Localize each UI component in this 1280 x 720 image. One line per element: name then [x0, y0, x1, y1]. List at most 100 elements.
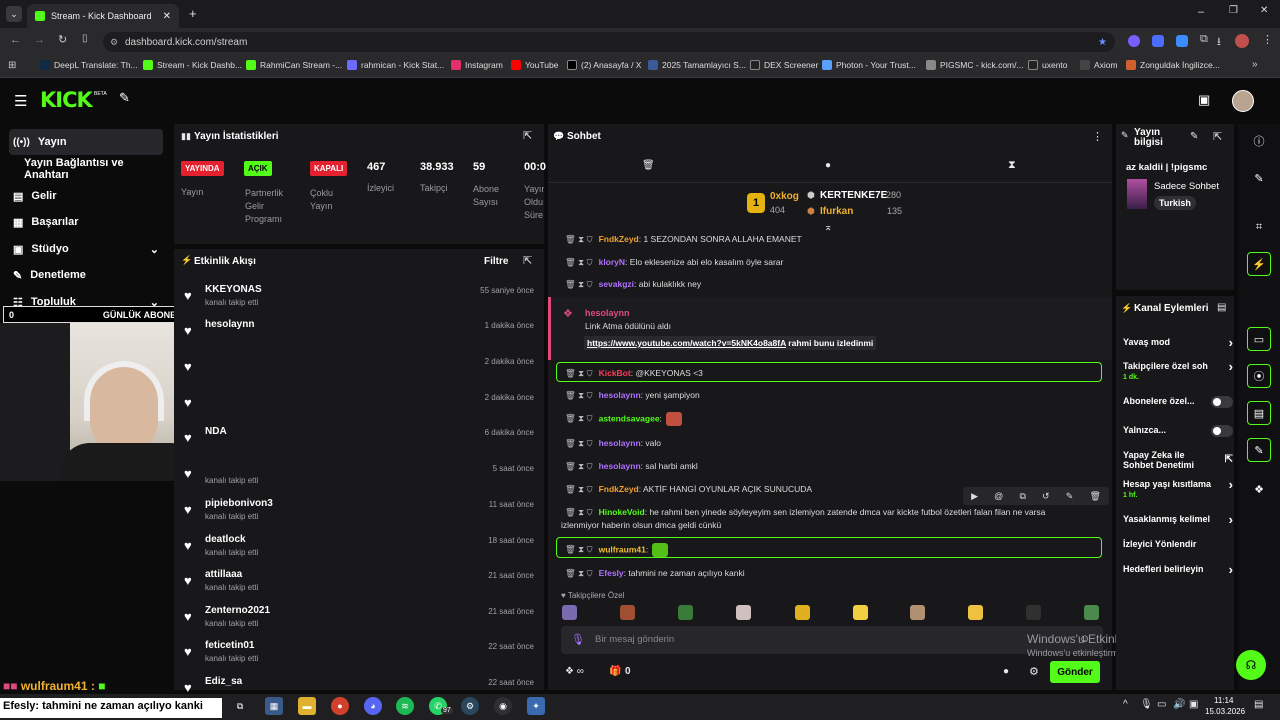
nav-item-basarilar[interactable]: ▦ Başarılar	[9, 209, 163, 235]
moderation-icons[interactable]: 🗑 ⧗ ⛉	[565, 257, 593, 267]
forward-icon[interactable]: →	[34, 34, 45, 46]
bookmark-item[interactable]: Instagram	[451, 60, 503, 70]
emote-button[interactable]	[678, 605, 693, 620]
close-window-icon[interactable]: ✕	[1260, 5, 1268, 16]
apps-grid-icon[interactable]: ⊞	[8, 60, 16, 71]
profile-avatar[interactable]	[1235, 34, 1249, 48]
copy-icon[interactable]: ⧉	[1019, 491, 1025, 502]
bookmark-item[interactable]: (2) Anasayfa / X	[567, 60, 641, 70]
reload-icon[interactable]: ↻	[58, 33, 67, 46]
undo-icon[interactable]: ↺	[1042, 491, 1050, 502]
extension-icon-1[interactable]	[1128, 35, 1140, 47]
action-emote-only[interactable]: Yalnızca...	[1123, 425, 1233, 437]
chat-username[interactable]: Efesly	[599, 568, 624, 578]
explorer-icon[interactable]: ▬	[298, 697, 316, 715]
popout-icon[interactable]: ⇱	[523, 129, 532, 142]
emote-button[interactable]	[968, 605, 983, 620]
tray-app-icon[interactable]: ▣	[1189, 699, 1198, 710]
activity-row[interactable]: ♥ pipiebonivon3 kanalı takip etti 11 saat ö…	[184, 498, 536, 532]
activity-username[interactable]: Ediz_sa	[205, 676, 242, 687]
edit-icon[interactable]: ✎	[1247, 166, 1271, 190]
volume-icon[interactable]: 🔊	[1173, 699, 1185, 710]
users-icon[interactable]: ❖	[1247, 477, 1271, 501]
nav-item-yayin-baglantisi[interactable]: Yayın Bağlantısı ve Anahtarı	[9, 156, 163, 182]
chat-message[interactable]: 🗑 ⧗ ⛉ Efesly: tahmini ne zaman açılıyo ka…	[565, 568, 1105, 579]
hamburger-menu-icon[interactable]: ☰	[14, 92, 27, 110]
emote-button[interactable]	[910, 605, 925, 620]
chat-input[interactable]: 🎙 Bir mesaj gönderin ☺	[561, 626, 1103, 654]
action-slow-mode[interactable]: Yavaş mod ›	[1123, 335, 1233, 350]
leaderboard-collapse-icon[interactable]: ⌅	[824, 222, 832, 233]
nav-item-studyo[interactable]: ▣ Stüdyo ⌄	[9, 236, 163, 262]
activity-row[interactable]: ♥ 2 dakika önce	[184, 391, 536, 425]
moderation-icons[interactable]: 🗑 ⧗ ⛉	[565, 507, 593, 517]
moderation-icons[interactable]: 🗑 ⧗ ⛉	[565, 279, 593, 289]
chat-icon[interactable]: ▭	[1247, 327, 1271, 351]
tray-chevron-icon[interactable]: ^	[1123, 699, 1128, 710]
minimize-icon[interactable]: –	[1198, 6, 1204, 18]
bookmark-item[interactable]: Zonguldak İngilizce...	[1126, 60, 1220, 70]
action-account-age[interactable]: Hesap yaşı kısıtlama 1 hf. ›	[1123, 478, 1233, 501]
chat-message[interactable]: 🗑 ⧗ ⛉ hesolaynn: sal harbi amkl	[565, 461, 1105, 472]
action-raid[interactable]: İzleyici Yönlendir	[1123, 539, 1233, 549]
chrome-icon[interactable]: ●	[331, 697, 349, 715]
close-tab-icon[interactable]: ✕	[163, 11, 171, 22]
bookmark-item[interactable]: DEX Screener	[750, 60, 818, 70]
broadcast-icon[interactable]: ⦿	[1247, 364, 1271, 388]
chat-username[interactable]: hesolaynn	[599, 438, 641, 448]
moderation-icons[interactable]: 🗑 ⧗ ⛉	[565, 234, 593, 244]
support-icon[interactable]: ☊	[1236, 650, 1266, 680]
activity-row[interactable]: ♥ NDA 6 dakika önce	[184, 426, 536, 460]
chat-message[interactable]: 🗑 ⧗ ⛉ HinokeVoid: he rahmi ben yinede söy…	[565, 507, 1105, 518]
reward-link[interactable]: https://www.youtube.com/watch?v=5kNK4o8a…	[587, 338, 786, 348]
discord-icon[interactable]: ◕	[364, 697, 382, 715]
bookmark-item[interactable]: DeepL Translate: Th...	[40, 60, 138, 70]
taskview-icon[interactable]: ⧉	[231, 697, 249, 715]
maximize-icon[interactable]: ❐	[1229, 5, 1238, 16]
play-icon[interactable]: ▶	[971, 491, 978, 502]
tab-search-icon[interactable]: ⌄	[6, 6, 22, 22]
chat-message[interactable]: 🗑 ⧗ ⛉ astendsavagee:	[565, 412, 1105, 426]
url-field[interactable]: ⚙ dashboard.kick.com/stream ★	[103, 32, 1115, 52]
activity-row[interactable]: ♥ feticetin01 kanalı takip etti 22 saat önc…	[184, 640, 536, 674]
mention-icon[interactable]: @	[994, 491, 1003, 501]
send-button[interactable]: Gönder	[1050, 661, 1100, 683]
chat-username[interactable]: astendsavagee	[599, 413, 660, 423]
notification-icon[interactable]: ▤	[1254, 699, 1263, 710]
pin-icon[interactable]: ✎	[119, 90, 130, 106]
activity-username[interactable]: KKEYONAS	[205, 284, 262, 295]
bookmark-item[interactable]: uxento	[1028, 60, 1068, 70]
action-banned-words[interactable]: Yasaklanmış kelimel ›	[1123, 512, 1233, 527]
chat-menu-icon[interactable]: ⋮	[1092, 130, 1103, 143]
chat-message[interactable]: 🗑 ⧗ ⛉ hesolaynn: valo	[565, 438, 1105, 449]
chat-message[interactable]: 🗑 ⧗ ⛉ hesolaynn: yeni şampiyon	[565, 390, 1105, 401]
activity-username[interactable]: NDA	[205, 426, 227, 437]
activity-row[interactable]: ♥ KKEYONAS kanalı takip etti 55 saniye önce	[184, 284, 536, 318]
emote-button[interactable]	[736, 605, 751, 620]
activity-username[interactable]: feticetin01	[205, 640, 254, 651]
new-tab-icon[interactable]: +	[189, 6, 197, 21]
bookmark-item[interactable]: PIGSMC - kick.com/...	[926, 60, 1024, 70]
downloads-icon[interactable]: ⭳	[1217, 33, 1221, 52]
action-subs-only[interactable]: Abonelere özel...	[1123, 396, 1233, 408]
chat-username[interactable]: HinokeVoid	[599, 507, 645, 517]
chat-message[interactable]: 🗑 ⧗ ⛉ FndkZeyd: 1 SEZONDAN SONRA ALLAHA E…	[565, 234, 1105, 245]
bookmark-item[interactable]: Stream - Kick Dashb...	[143, 60, 242, 70]
activity-row[interactable]: ♥ Zenterno2021 kanalı takip etti 21 saat ön…	[184, 605, 536, 639]
trash-icon[interactable]: 🗑	[642, 160, 655, 171]
obs-icon[interactable]: ◉	[494, 697, 512, 715]
whatsapp-icon[interactable]: ✆ 97	[429, 697, 453, 715]
gift-icon[interactable]: 🎁	[609, 666, 621, 677]
activity-username[interactable]: attillaaa	[205, 569, 242, 580]
emote-button[interactable]	[620, 605, 635, 620]
mic-tray-icon[interactable]: 🎙	[1140, 699, 1153, 710]
chat-username[interactable]: kloryN	[599, 257, 625, 267]
activity-row[interactable]: ♥ attillaaa kanalı takip etti 21 saat önce	[184, 569, 536, 603]
emote-button[interactable]	[853, 605, 868, 620]
doc-icon[interactable]: ▤	[1217, 302, 1226, 313]
popout-icon[interactable]: ⇱	[1213, 130, 1222, 143]
chat-message[interactable]: 🗑 ⧗ ⛉ kloryN: Elo eklesenize abi elo kasa…	[565, 257, 1105, 268]
extension-icon-3[interactable]	[1176, 35, 1188, 47]
moderation-icons[interactable]: 🗑 ⧗ ⛉	[565, 461, 593, 471]
bookmark-item[interactable]: 2025 Tamamlayıcı S...	[648, 60, 746, 70]
